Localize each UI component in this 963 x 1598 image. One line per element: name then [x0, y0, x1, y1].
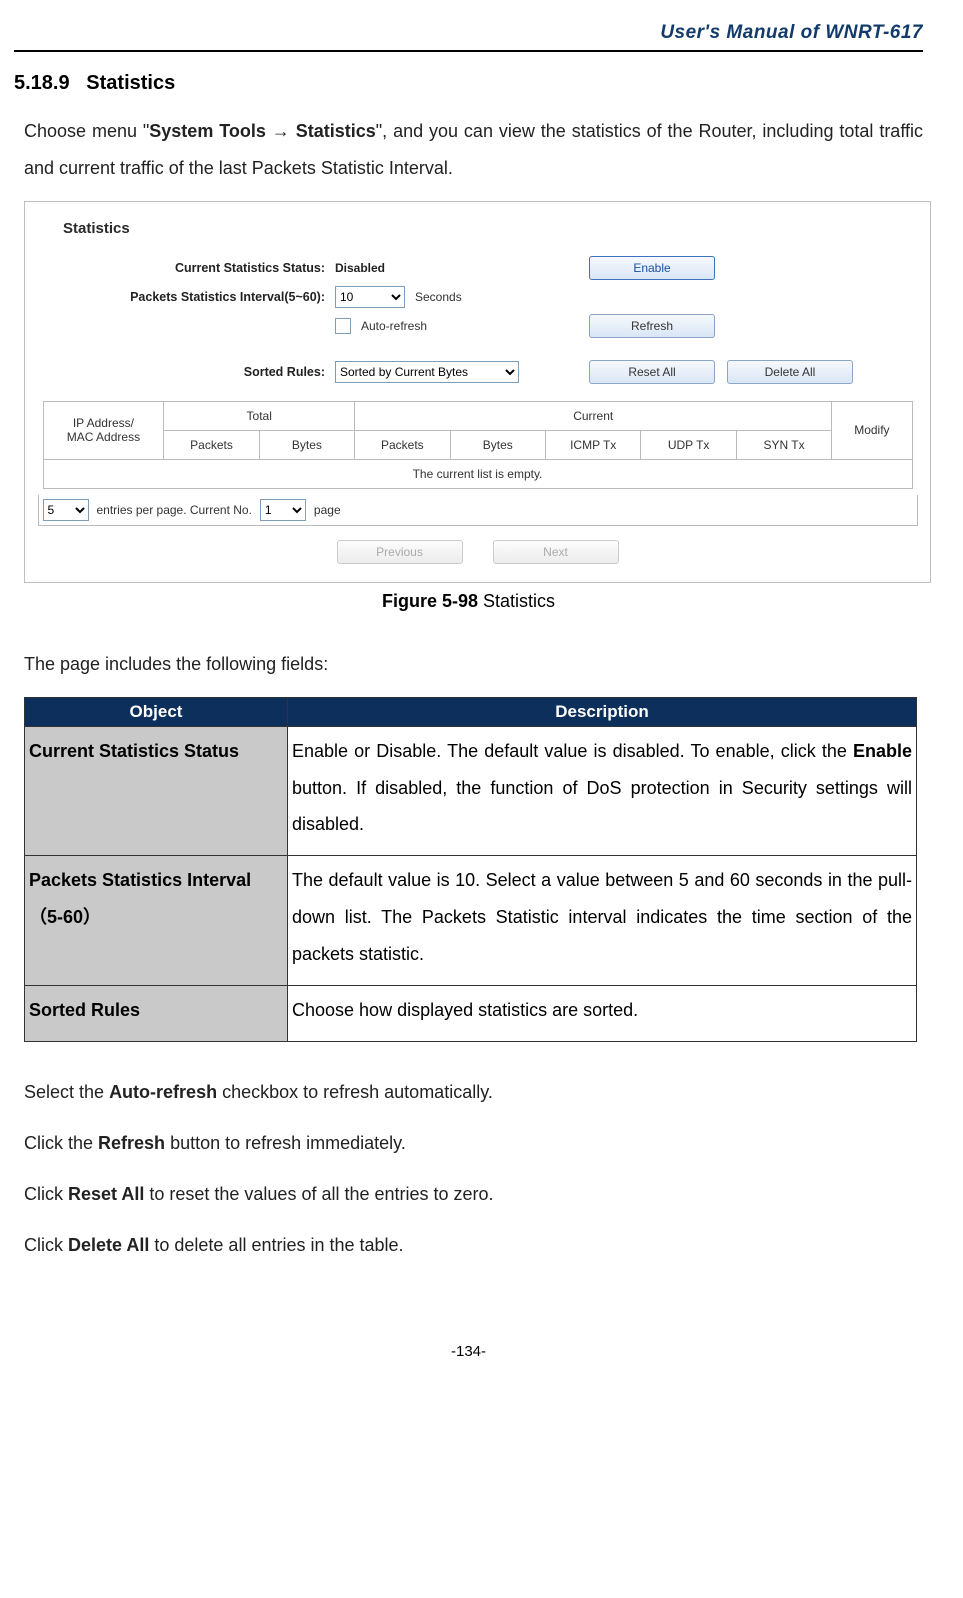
value-status: Disabled — [335, 261, 385, 275]
label-interval: Packets Statistics Interval(5~60): — [31, 290, 335, 304]
description-table: Object Description Current Statistics St… — [24, 697, 917, 1042]
previous-button[interactable]: Previous — [337, 540, 463, 564]
label-sorted-rules: Sorted Rules: — [31, 365, 335, 379]
col-ip-mac: IP Address/ MAC Address — [43, 401, 164, 459]
empty-row: The current list is empty. — [43, 459, 912, 488]
note-post: to reset the values of all the entries t… — [144, 1184, 493, 1204]
note-pre: Click — [24, 1235, 68, 1255]
note: Select the Auto-refresh checkbox to refr… — [14, 1074, 923, 1111]
pager-controls: 5 entries per page. Current No. 1 page — [38, 495, 918, 526]
desc-row: Sorted Rules Choose how displayed statis… — [25, 986, 917, 1042]
label-auto-refresh: Auto-refresh — [361, 319, 427, 333]
intro-paragraph: Choose menu "System Tools → Statistics",… — [14, 113, 923, 187]
note-post: to delete all entries in the table. — [149, 1235, 403, 1255]
note: Click Delete All to delete all entries i… — [14, 1227, 923, 1264]
desc-row: Current Statistics Status Enable or Disa… — [25, 726, 917, 856]
note-pre: Click — [24, 1184, 68, 1204]
interval-select[interactable]: 10 — [335, 286, 405, 308]
enable-button[interactable]: Enable — [589, 256, 715, 280]
intro-bold2: Statistics — [296, 121, 376, 141]
col-icmp: ICMP Tx — [545, 430, 640, 459]
page-number: -134- — [14, 1343, 923, 1380]
includes-line: The page includes the following fields: — [14, 646, 923, 683]
desc-pre: Choose how displayed statistics are sort… — [292, 1000, 638, 1020]
note-post: button to refresh immediately. — [165, 1133, 406, 1153]
figure-title: Statistics — [478, 591, 555, 611]
desc-obj: Sorted Rules — [25, 986, 288, 1042]
pager-entries-label: entries per page. Current No. — [97, 503, 252, 517]
desc-pre: Enable or Disable. The default value is … — [292, 741, 853, 761]
col-udp: UDP Tx — [641, 430, 736, 459]
section-heading: 5.18.9 Statistics — [14, 72, 923, 95]
col-cur-bytes: Bytes — [450, 430, 545, 459]
label-current-status: Current Statistics Status: — [31, 261, 335, 275]
intro-arrow: → — [272, 121, 296, 141]
figure-number: Figure 5-98 — [382, 591, 478, 611]
desc-text: Choose how displayed statistics are sort… — [288, 986, 917, 1042]
note-bold: Delete All — [68, 1235, 149, 1255]
desc-pre: The default value is 10. Select a value … — [292, 870, 912, 964]
pager-page-label: page — [314, 503, 341, 517]
section-title: Statistics — [86, 72, 175, 94]
desc-head-object: Object — [25, 697, 288, 726]
col-total-packets: Packets — [164, 430, 259, 459]
figure-caption: Figure 5-98 Statistics — [14, 591, 923, 612]
desc-text: The default value is 10. Select a value … — [288, 856, 917, 986]
intro-bold1: System Tools — [149, 121, 272, 141]
reset-all-button[interactable]: Reset All — [589, 360, 715, 384]
note-bold: Reset All — [68, 1184, 144, 1204]
desc-row: Packets Statistics Interval（5-60） The de… — [25, 856, 917, 986]
desc-bold: Enable — [853, 741, 912, 761]
note-post: checkbox to refresh automatically. — [217, 1082, 493, 1102]
header-title: User's Manual of WNRT-617 — [14, 22, 923, 44]
desc-obj: Packets Statistics Interval（5-60） — [25, 856, 288, 986]
stats-table: IP Address/ MAC Address Total Current Mo… — [43, 401, 913, 489]
desc-head-description: Description — [288, 697, 917, 726]
col-syn: SYN Tx — [736, 430, 831, 459]
refresh-button[interactable]: Refresh — [589, 314, 715, 338]
note-pre: Click the — [24, 1133, 98, 1153]
router-title: Statistics — [31, 220, 924, 237]
desc-text: Enable or Disable. The default value is … — [288, 726, 917, 856]
page-number-select[interactable]: 1 — [260, 499, 306, 521]
label-seconds: Seconds — [415, 290, 462, 304]
note: Click the Refresh button to refresh imme… — [14, 1125, 923, 1162]
entries-per-page-select[interactable]: 5 — [43, 499, 89, 521]
screenshot-panel: Statistics Current Statistics Status: Di… — [24, 201, 931, 583]
note: Click Reset All to reset the values of a… — [14, 1176, 923, 1213]
note-pre: Select the — [24, 1082, 109, 1102]
note-bold: Auto-refresh — [109, 1082, 217, 1102]
sort-select[interactable]: Sorted by Current Bytes — [335, 361, 519, 383]
col-cur-packets: Packets — [355, 430, 450, 459]
col-total-bytes: Bytes — [259, 430, 354, 459]
intro-pre: Choose menu " — [24, 121, 149, 141]
note-bold: Refresh — [98, 1133, 165, 1153]
header-divider — [14, 50, 923, 52]
col-total: Total — [164, 401, 355, 430]
col-modify: Modify — [832, 401, 912, 459]
desc-obj: Current Statistics Status — [25, 726, 288, 856]
col-current: Current — [355, 401, 832, 430]
desc-post: button. If disabled, the function of DoS… — [292, 778, 912, 835]
section-number: 5.18.9 — [14, 72, 70, 94]
next-button[interactable]: Next — [493, 540, 619, 564]
auto-refresh-checkbox[interactable] — [335, 318, 351, 334]
delete-all-button[interactable]: Delete All — [727, 360, 853, 384]
